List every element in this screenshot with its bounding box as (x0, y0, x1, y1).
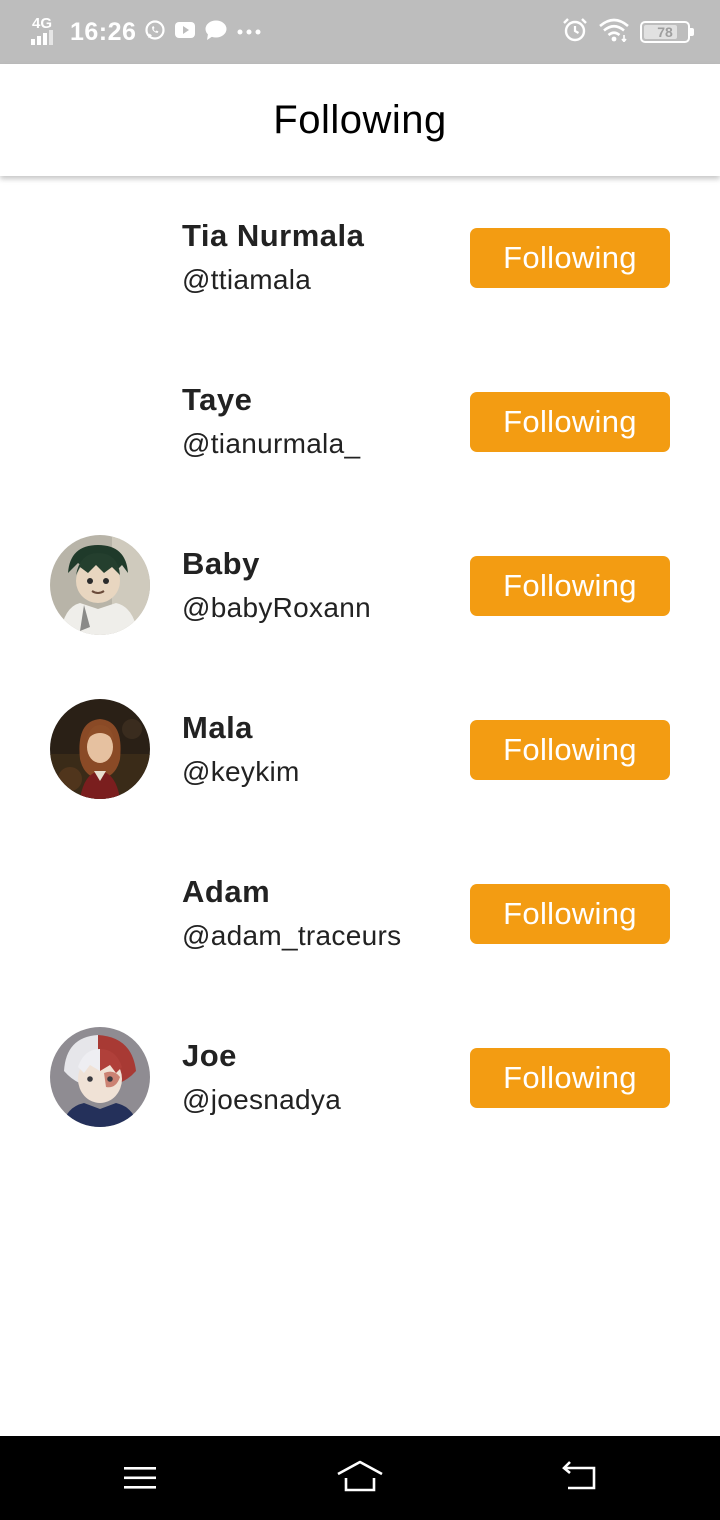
avatar[interactable] (50, 1027, 150, 1127)
user-handle: @keykim (182, 756, 300, 787)
battery-level: 78 (657, 24, 673, 40)
user-name: Mala (182, 710, 253, 745)
following-button[interactable]: Following (470, 392, 670, 452)
system-nav-bar (0, 1436, 720, 1520)
user-name: Joe (182, 1038, 237, 1073)
following-button[interactable]: Following (470, 228, 670, 288)
status-bar: 4G 16:26 78 (0, 0, 720, 64)
list-item: Tia Nurmala @ttiamala Following (0, 176, 720, 340)
avatar[interactable] (50, 535, 150, 635)
avatar[interactable] (50, 699, 150, 799)
user-handle: @adam_traceurs (182, 920, 402, 951)
user-name: Baby (182, 546, 260, 581)
list-item: Mala @keykim Following (0, 668, 720, 832)
clock: 16:26 (70, 17, 137, 46)
list-item: Taye @tianurmala_ Following (0, 340, 720, 504)
message-icon (204, 19, 228, 46)
signal-icon (31, 30, 53, 45)
user-name: Tia Nurmala (182, 218, 365, 253)
battery-icon: 78 (640, 21, 694, 43)
user-handle: @ttiamala (182, 264, 312, 295)
network-indicator: 4G (30, 16, 62, 47)
back-icon[interactable] (558, 1456, 602, 1500)
alarm-icon (562, 17, 588, 48)
home-icon[interactable] (336, 1456, 384, 1500)
following-button[interactable]: Following (470, 1048, 670, 1108)
user-handle: @tianurmala_ (182, 428, 361, 459)
user-handle: @babyRoxann (182, 592, 371, 623)
list-item: Baby @babyRoxann Following (0, 504, 720, 668)
list-item: Adam @adam_traceurs Following (0, 832, 720, 996)
wifi-icon (598, 18, 630, 47)
user-name: Adam (182, 874, 271, 909)
list-item: Joe @joesnadya Following (0, 996, 720, 1160)
menu-icon[interactable] (118, 1456, 162, 1500)
following-button[interactable]: Following (470, 720, 670, 780)
page-title: Following (273, 97, 447, 142)
user-name: Taye (182, 382, 253, 417)
youtube-icon (174, 21, 196, 44)
app-header: Following (0, 64, 720, 176)
more-dots-icon (236, 23, 262, 41)
user-handle: @joesnadya (182, 1084, 342, 1115)
whatsapp-icon (144, 19, 166, 46)
following-button[interactable]: Following (470, 884, 670, 944)
following-button[interactable]: Following (470, 556, 670, 616)
